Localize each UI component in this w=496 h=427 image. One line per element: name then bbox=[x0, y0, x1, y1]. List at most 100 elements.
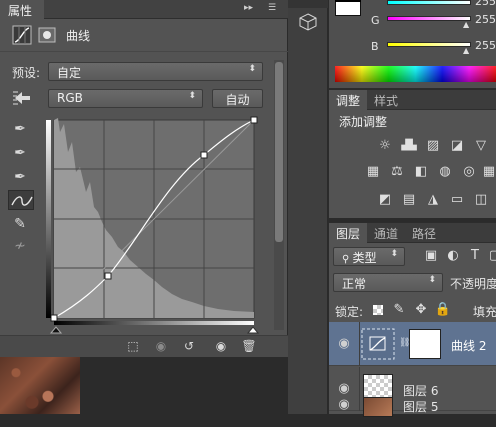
visibility-eye-icon[interactable]: ◉ bbox=[333, 322, 355, 366]
layer-mask-thumbnail[interactable] bbox=[409, 329, 441, 359]
blend-mode-value: 正常 bbox=[342, 277, 367, 291]
collapse-icon[interactable]: ▸▸ bbox=[244, 3, 253, 13]
gray-eyedropper-icon[interactable]: ✒ bbox=[10, 143, 30, 163]
smooth-curve-icon[interactable]: ≁ bbox=[10, 236, 30, 256]
lock-label: 锁定: bbox=[335, 305, 364, 319]
white-point-slider[interactable] bbox=[246, 326, 260, 334]
visibility-eye-icon[interactable]: ◉ bbox=[333, 383, 355, 427]
tab-properties[interactable]: 属性 bbox=[0, 0, 44, 19]
view-previous-icon[interactable]: ◉ bbox=[152, 339, 170, 355]
lock-transparency-icon[interactable] bbox=[373, 305, 383, 315]
levels-icon[interactable]: ▟▙ bbox=[399, 136, 419, 156]
slider-thumb-icon[interactable]: ▲ bbox=[463, 20, 469, 29]
layer-row-curves[interactable]: ◉ ⛓ 曲线 2 bbox=[329, 322, 496, 366]
curves-icon[interactable]: ▨ bbox=[423, 136, 443, 156]
color-spectrum[interactable] bbox=[335, 66, 496, 82]
color-panel: 255 G ▲ 255 B ▲ 255 bbox=[329, 0, 496, 89]
exposure-icon[interactable]: ◪ bbox=[447, 136, 467, 156]
input-gradient bbox=[54, 321, 254, 325]
vibrance-icon[interactable]: ▦ bbox=[363, 162, 383, 182]
photo-filter-icon[interactable]: ◍ bbox=[435, 162, 455, 182]
clip-to-layer-icon[interactable]: ⬚ bbox=[124, 339, 142, 355]
layer-filter-dropdown[interactable]: ⚲ 类型 ⬍ bbox=[333, 247, 405, 266]
pencil-icon[interactable]: ✎ bbox=[10, 214, 30, 234]
curve-point[interactable] bbox=[250, 116, 258, 124]
panel-menu-icon[interactable]: ☰ bbox=[268, 3, 276, 13]
tab-adjustments[interactable]: 调整 bbox=[329, 90, 368, 110]
r-value[interactable]: 255 bbox=[475, 0, 496, 8]
b-label: B bbox=[371, 40, 379, 53]
g-value[interactable]: 255 bbox=[475, 13, 496, 26]
preset-label: 预设: bbox=[12, 66, 41, 80]
background-swatch[interactable] bbox=[335, 0, 361, 2]
adjustments-tabbar: 调整 样式 bbox=[329, 90, 496, 110]
gradient-triangle-icon[interactable]: ▽ bbox=[471, 136, 491, 156]
r-slider[interactable] bbox=[387, 0, 471, 5]
curve-point[interactable] bbox=[50, 314, 58, 322]
lock-all-icon[interactable]: 🔒 bbox=[433, 300, 453, 320]
filter-adjustment-icon[interactable]: ◐ bbox=[443, 246, 463, 266]
layer-name[interactable]: 曲线 2 bbox=[451, 337, 486, 354]
tab-styles[interactable]: 样式 bbox=[367, 90, 405, 110]
layer-row[interactable]: ◉ 图层 5 bbox=[329, 395, 496, 417]
b-value[interactable]: 255 bbox=[475, 39, 496, 52]
posterize-icon[interactable]: ▤ bbox=[399, 190, 419, 210]
mask-icon[interactable] bbox=[38, 26, 56, 44]
on-image-adjust-icon[interactable] bbox=[12, 88, 34, 108]
invert-icon[interactable]: ◩ bbox=[375, 190, 395, 210]
channel-dropdown[interactable]: RGB ⬍ bbox=[48, 89, 203, 108]
search-icon: ⚲ bbox=[342, 254, 353, 265]
properties-header: 曲线 bbox=[0, 20, 288, 52]
auto-button[interactable]: 自动 bbox=[212, 89, 263, 108]
tab-paths[interactable]: 路径 bbox=[405, 223, 443, 243]
filter-shape-icon[interactable]: ▢ bbox=[485, 246, 496, 266]
dropdown-arrows-icon: ⬍ bbox=[428, 275, 436, 285]
scrollbar-thumb[interactable] bbox=[275, 62, 283, 242]
layer-name[interactable]: 图层 5 bbox=[403, 398, 438, 415]
curve-point[interactable] bbox=[104, 272, 112, 280]
edit-points-tool[interactable] bbox=[8, 190, 34, 210]
g-slider[interactable] bbox=[387, 16, 471, 21]
dock-grip bbox=[288, 0, 328, 8]
black-point-slider[interactable] bbox=[49, 326, 63, 334]
balance-icon[interactable]: ⚖ bbox=[387, 162, 407, 182]
filter-type-icon[interactable]: T bbox=[465, 246, 485, 266]
preset-value: 自定 bbox=[57, 66, 82, 80]
delete-trash-icon[interactable]: 🗑 bbox=[240, 339, 258, 355]
channel-mixer-icon[interactable]: ◎ bbox=[459, 162, 479, 182]
tab-channels[interactable]: 通道 bbox=[367, 223, 405, 243]
reset-icon[interactable]: ↺ bbox=[180, 339, 198, 355]
opacity-label: 不透明度 bbox=[450, 277, 496, 291]
lock-position-icon[interactable]: ✥ bbox=[411, 300, 431, 320]
brightness-icon[interactable]: ☼ bbox=[375, 136, 395, 156]
3d-cube-icon[interactable] bbox=[298, 12, 318, 32]
threshold-icon[interactable]: ◮ bbox=[423, 190, 443, 210]
visibility-eye-icon[interactable]: ◉ bbox=[212, 339, 230, 355]
curve-point[interactable] bbox=[200, 151, 208, 159]
dropdown-arrows-icon: ⬍ bbox=[188, 91, 196, 101]
dropdown-arrows-icon: ⬍ bbox=[248, 64, 256, 74]
filter-pixel-icon[interactable]: ▣ bbox=[421, 246, 441, 266]
slider-thumb-icon[interactable]: ▲ bbox=[463, 46, 469, 55]
color-lookup-icon[interactable]: ▦ bbox=[479, 162, 496, 182]
properties-bottom-bar: ⬚ ◉ ↺ ◉ 🗑 bbox=[0, 335, 288, 357]
curves-graph[interactable] bbox=[42, 112, 268, 334]
selective-color-icon[interactable]: ◫ bbox=[471, 190, 491, 210]
lock-brush-icon[interactable]: ✎ bbox=[389, 300, 409, 320]
panel-dock-strip bbox=[288, 0, 328, 414]
black-eyedropper-icon[interactable]: ✒ bbox=[10, 119, 30, 139]
black-white-icon[interactable]: ◧ bbox=[411, 162, 431, 182]
canvas-image bbox=[0, 355, 80, 414]
gradient-map-icon[interactable]: ▭ bbox=[447, 190, 467, 210]
blend-mode-dropdown[interactable]: 正常 ⬍ bbox=[333, 273, 443, 292]
adjustments-panel: 调整 样式 添加调整 ☼ ▟▙ ▨ ◪ ▽ ▦ ⚖ ◧ ◍ ◎ ▦ ◩ ▤ ◮ … bbox=[329, 90, 496, 218]
tab-layers[interactable]: 图层 bbox=[329, 223, 368, 243]
foreground-swatch[interactable] bbox=[335, 0, 361, 16]
fill-label: 填充 bbox=[473, 305, 496, 319]
output-gradient bbox=[46, 120, 51, 318]
white-eyedropper-icon[interactable]: ✒ bbox=[10, 167, 30, 187]
curves-adjustment-icon[interactable] bbox=[12, 25, 32, 45]
b-slider[interactable] bbox=[387, 42, 471, 47]
preset-dropdown[interactable]: 自定 ⬍ bbox=[48, 62, 263, 81]
layers-tabbar: 图层 通道 路径 bbox=[329, 223, 496, 243]
